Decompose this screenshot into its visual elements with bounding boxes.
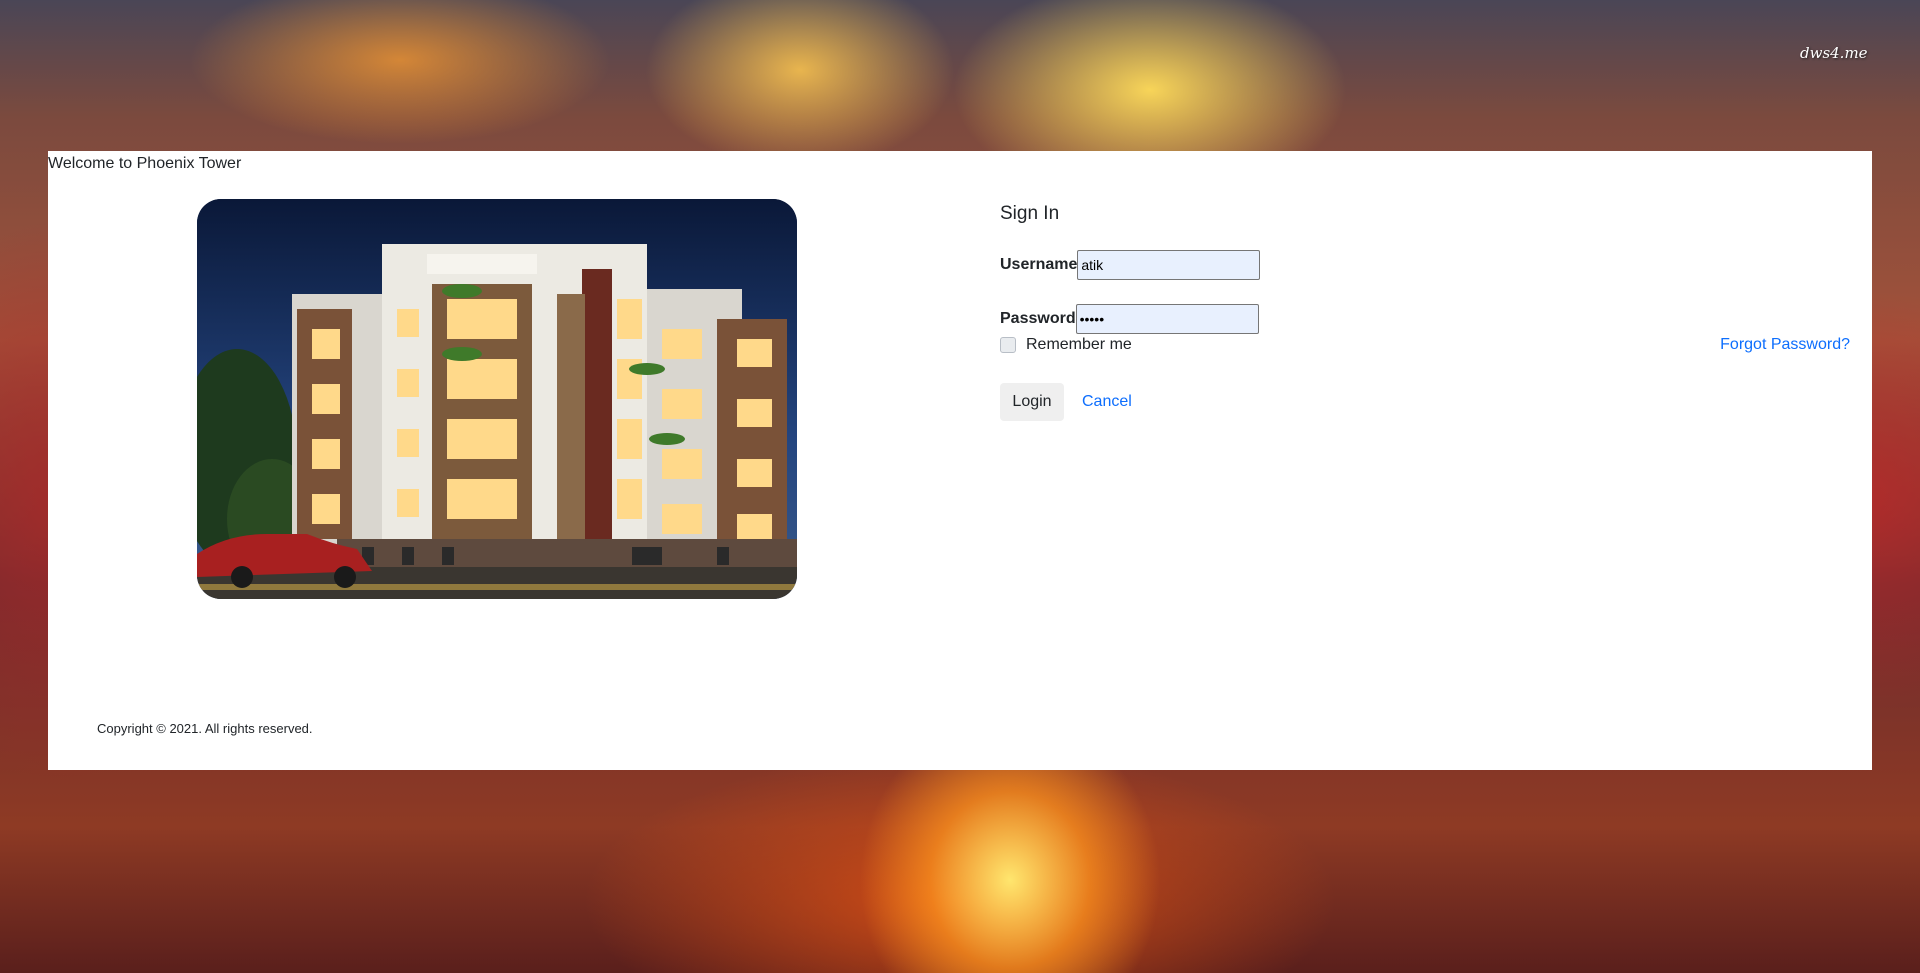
page-title: Welcome to Phoenix Tower bbox=[48, 155, 242, 172]
watermark: dws4.me bbox=[1800, 44, 1868, 62]
login-card: Welcome to Phoenix Tower Sign In Usernam… bbox=[48, 151, 1872, 770]
remember-me-row[interactable]: Remember me bbox=[1000, 336, 1132, 354]
username-label: Username bbox=[1000, 256, 1078, 273]
cancel-link[interactable]: Cancel bbox=[1082, 393, 1132, 411]
password-field[interactable] bbox=[1075, 304, 1259, 334]
login-button[interactable]: Login bbox=[1000, 383, 1064, 421]
building-illustration bbox=[197, 199, 797, 599]
remember-me-checkbox[interactable] bbox=[1000, 337, 1016, 353]
username-field[interactable] bbox=[1077, 250, 1261, 280]
username-row: Username bbox=[1000, 250, 1261, 280]
sign-in-heading: Sign In bbox=[1000, 203, 1060, 224]
password-row: Password bbox=[1000, 304, 1259, 334]
remember-me-label: Remember me bbox=[1026, 336, 1132, 353]
building-image bbox=[197, 199, 797, 599]
forgot-password-link[interactable]: Forgot Password? bbox=[1720, 336, 1850, 354]
copyright-text: Copyright © 2021. All rights reserved. bbox=[97, 721, 313, 736]
sign-in-form: Sign In Username Password Remember me Fo… bbox=[1000, 199, 1850, 421]
password-label: Password bbox=[1000, 310, 1076, 327]
